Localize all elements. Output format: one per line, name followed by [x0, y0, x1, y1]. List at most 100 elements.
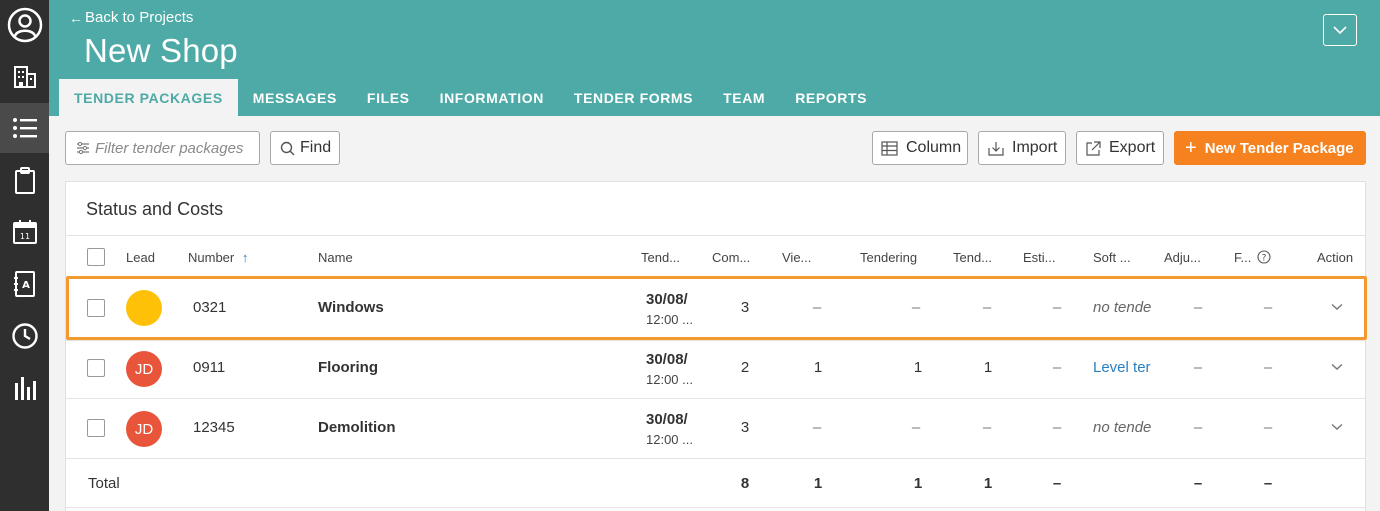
- svg-text:?: ?: [1262, 254, 1267, 264]
- column-header-vie[interactable]: Vie...: [782, 250, 811, 265]
- row-name[interactable]: Windows: [318, 299, 384, 316]
- calendar-icon[interactable]: 11: [0, 207, 49, 257]
- clock-icon[interactable]: [0, 311, 49, 361]
- tab-tender-packages[interactable]: TENDER PACKAGES: [59, 79, 238, 116]
- column-header-tend[interactable]: Tend...: [953, 250, 992, 265]
- divider: [66, 340, 1365, 341]
- total-tendering: 1: [913, 475, 923, 492]
- row-vie: 1: [813, 359, 823, 376]
- help-circle-icon: ?: [1257, 250, 1271, 264]
- export-button[interactable]: Export: [1076, 131, 1164, 165]
- row-tendering: –: [911, 419, 921, 436]
- export-label: Export: [1109, 139, 1156, 156]
- row-com: 3: [740, 299, 750, 316]
- row-com: 3: [740, 419, 750, 436]
- row-tender-time: 12:00 ...: [646, 372, 693, 387]
- project-header: ← Back to Projects New Shop TENDER PACKA…: [49, 0, 1380, 116]
- avatar: JD: [126, 351, 162, 387]
- column-header-f[interactable]: F... ?: [1234, 250, 1271, 265]
- row-tendering: –: [911, 299, 921, 316]
- filter-input[interactable]: Filter tender packages: [65, 131, 260, 165]
- row-esti: –: [1052, 419, 1062, 436]
- clipboard-icon[interactable]: [0, 156, 49, 206]
- page-title: New Shop: [84, 32, 238, 69]
- chevron-down-icon[interactable]: [1331, 423, 1343, 431]
- row-checkbox[interactable]: [87, 419, 105, 437]
- row-name[interactable]: Flooring: [318, 359, 378, 376]
- column-header-number-label: Number: [188, 250, 235, 265]
- column-header-esti[interactable]: Esti...: [1023, 250, 1056, 265]
- list-icon[interactable]: [0, 103, 49, 153]
- row-soft-link[interactable]: Level ter: [1093, 359, 1155, 376]
- chevron-down-icon[interactable]: [1331, 303, 1343, 311]
- row-tender-date: 30/08/: [646, 411, 688, 428]
- divider: [66, 278, 1365, 279]
- divider: [66, 398, 1365, 399]
- column-header-com[interactable]: Com...: [712, 250, 750, 265]
- totals-label: Total: [88, 475, 120, 492]
- row-number: 12345: [193, 419, 235, 436]
- column-button[interactable]: Column: [872, 131, 968, 165]
- row-esti: –: [1052, 359, 1062, 376]
- tab-messages[interactable]: MESSAGES: [238, 79, 352, 116]
- sort-ascending-icon: ↑: [241, 250, 249, 265]
- plus-icon: +: [1185, 137, 1197, 159]
- user-profile-icon[interactable]: [0, 0, 49, 50]
- total-com: 8: [740, 475, 750, 492]
- row-name[interactable]: Demolition: [318, 419, 396, 436]
- row-checkbox[interactable]: [87, 299, 105, 317]
- avatar: [126, 290, 162, 326]
- import-label: Import: [1012, 139, 1058, 156]
- address-book-icon[interactable]: A: [0, 259, 49, 309]
- filter-placeholder: Filter tender packages: [95, 139, 244, 157]
- sliders-icon: [77, 141, 89, 155]
- avatar: JD: [126, 411, 162, 447]
- column-header-tendering[interactable]: Tendering: [860, 250, 917, 265]
- new-tender-package-button[interactable]: + New Tender Package: [1174, 131, 1366, 165]
- row-tend: –: [982, 419, 992, 436]
- row-adju: –: [1193, 359, 1203, 376]
- building-icon[interactable]: [0, 52, 49, 102]
- import-button[interactable]: Import: [978, 131, 1066, 165]
- column-header-adju[interactable]: Adju...: [1164, 250, 1201, 265]
- select-all-checkbox[interactable]: [87, 248, 105, 266]
- column-header-soft[interactable]: Soft ...: [1093, 250, 1131, 265]
- svg-text:11: 11: [19, 232, 29, 241]
- search-icon: [280, 141, 295, 155]
- total-f: –: [1263, 475, 1273, 492]
- row-com: 2: [740, 359, 750, 376]
- divider: [66, 507, 1365, 508]
- chevron-down-icon[interactable]: [1331, 363, 1343, 371]
- tab-team[interactable]: TEAM: [708, 79, 780, 116]
- total-vie: 1: [813, 475, 823, 492]
- row-vie: –: [812, 419, 822, 436]
- row-f: –: [1263, 419, 1273, 436]
- row-vie: –: [812, 299, 822, 316]
- tab-files[interactable]: FILES: [352, 79, 425, 116]
- row-number: 0911: [193, 359, 226, 376]
- project-menu-dropdown[interactable]: [1323, 14, 1357, 46]
- bar-chart-icon[interactable]: [0, 363, 49, 413]
- column-header-tender-date[interactable]: Tend...: [641, 250, 680, 265]
- row-tendering: 1: [913, 359, 923, 376]
- row-adju: –: [1193, 299, 1203, 316]
- column-header-lead[interactable]: Lead: [126, 250, 155, 265]
- project-tabs: TENDER PACKAGES MESSAGES FILES INFORMATI…: [59, 79, 882, 116]
- total-adju: –: [1193, 475, 1203, 492]
- column-header-name[interactable]: Name: [318, 250, 353, 265]
- find-button[interactable]: Find: [270, 131, 340, 165]
- row-tender-time: 12:00 ...: [646, 432, 693, 447]
- external-link-icon: [1086, 140, 1101, 156]
- tab-information[interactable]: INFORMATION: [425, 79, 559, 116]
- tab-tender-forms[interactable]: TENDER FORMS: [559, 79, 708, 116]
- tab-reports[interactable]: REPORTS: [780, 79, 882, 116]
- table-columns-icon: [881, 140, 898, 156]
- column-header-number[interactable]: Number ↑: [188, 250, 248, 265]
- svg-text:A: A: [22, 280, 30, 291]
- total-tend: 1: [983, 475, 993, 492]
- row-checkbox[interactable]: [87, 359, 105, 377]
- row-tender-time: 12:00 ...: [646, 312, 693, 327]
- row-adju: –: [1193, 419, 1203, 436]
- row-esti: –: [1052, 299, 1062, 316]
- back-to-projects-link[interactable]: ← Back to Projects: [69, 9, 193, 26]
